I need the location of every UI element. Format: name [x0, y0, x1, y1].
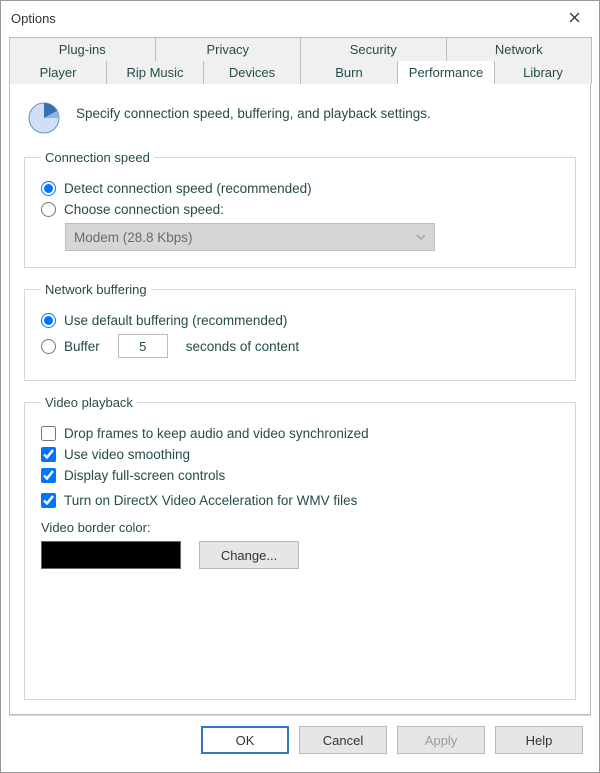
tab-burn[interactable]: Burn — [300, 61, 398, 84]
video-border-color-swatch — [41, 541, 181, 569]
tab-devices[interactable]: Devices — [203, 61, 301, 84]
chevron-down-icon — [416, 230, 426, 245]
checkbox-fullscreen-label: Display full-screen controls — [64, 468, 225, 483]
connection-speed-select: Modem (28.8 Kbps) — [65, 223, 435, 251]
tab-strip: Plug-ins Privacy Security Network Player… — [9, 37, 591, 84]
close-button[interactable] — [559, 4, 589, 32]
group-connection-speed: Connection speed Detect connection speed… — [24, 150, 576, 268]
titlebar: Options — [1, 1, 599, 35]
checkbox-dropframes[interactable] — [41, 426, 56, 441]
dialog-body: Plug-ins Privacy Security Network Player… — [1, 35, 599, 772]
change-color-button[interactable]: Change... — [199, 541, 299, 569]
tab-performance[interactable]: Performance — [397, 61, 495, 84]
legend-network-buffering: Network buffering — [41, 282, 151, 297]
legend-video-playback: Video playback — [41, 395, 137, 410]
apply-button[interactable]: Apply — [397, 726, 485, 754]
checkbox-dropframes-label: Drop frames to keep audio and video sync… — [64, 426, 369, 441]
check-row-directx[interactable]: Turn on DirectX Video Acceleration for W… — [41, 493, 559, 508]
check-row-dropframes[interactable]: Drop frames to keep audio and video sync… — [41, 426, 559, 441]
tab-plugins[interactable]: Plug-ins — [9, 37, 156, 61]
radio-row-choose[interactable]: Choose connection speed: — [41, 202, 559, 217]
connection-speed-value: Modem (28.8 Kbps) — [74, 230, 193, 245]
tab-library[interactable]: Library — [494, 61, 592, 84]
radio-default-buffering[interactable] — [41, 313, 56, 328]
tab-player[interactable]: Player — [9, 61, 107, 84]
tab-privacy[interactable]: Privacy — [155, 37, 302, 61]
close-icon — [569, 10, 580, 27]
checkbox-directx-label: Turn on DirectX Video Acceleration for W… — [64, 493, 357, 508]
radio-detect-label: Detect connection speed (recommended) — [64, 181, 312, 196]
checkbox-directx[interactable] — [41, 493, 56, 508]
cancel-button[interactable]: Cancel — [299, 726, 387, 754]
check-row-smoothing[interactable]: Use video smoothing — [41, 447, 559, 462]
video-border-color-label: Video border color: — [41, 520, 559, 535]
radio-row-detect[interactable]: Detect connection speed (recommended) — [41, 181, 559, 196]
radio-default-buffering-label: Use default buffering (recommended) — [64, 313, 287, 328]
intro-row: Specify connection speed, buffering, and… — [24, 96, 576, 136]
window-title: Options — [11, 11, 56, 26]
buffer-prefix-label: Buffer — [64, 339, 100, 354]
tab-rip-music[interactable]: Rip Music — [106, 61, 204, 84]
radio-buffer-amount[interactable] — [41, 339, 56, 354]
check-row-fullscreen[interactable]: Display full-screen controls — [41, 468, 559, 483]
checkbox-smoothing[interactable] — [41, 447, 56, 462]
radio-choose-label: Choose connection speed: — [64, 202, 224, 217]
help-button[interactable]: Help — [495, 726, 583, 754]
radio-row-default-buffering[interactable]: Use default buffering (recommended) — [41, 313, 559, 328]
tab-security[interactable]: Security — [300, 37, 447, 61]
tab-panel-performance: Specify connection speed, buffering, and… — [9, 83, 591, 715]
radio-detect-speed[interactable] — [41, 181, 56, 196]
checkbox-smoothing-label: Use video smoothing — [64, 447, 190, 462]
checkbox-fullscreen[interactable] — [41, 468, 56, 483]
dialog-button-bar: OK Cancel Apply Help — [9, 715, 591, 764]
options-dialog: Options Plug-ins Privacy Security Networ… — [0, 0, 600, 773]
legend-connection-speed: Connection speed — [41, 150, 154, 165]
group-video-playback: Video playback Drop frames to keep audio… — [24, 395, 576, 700]
buffer-seconds-input[interactable] — [118, 334, 168, 358]
ok-button[interactable]: OK — [201, 726, 289, 754]
radio-choose-speed[interactable] — [41, 202, 56, 217]
intro-text: Specify connection speed, buffering, and… — [76, 100, 431, 121]
group-network-buffering: Network buffering Use default buffering … — [24, 282, 576, 381]
pie-chart-icon — [26, 100, 62, 136]
radio-row-buffer-amount[interactable]: Buffer seconds of content — [41, 334, 559, 358]
tab-network[interactable]: Network — [446, 37, 593, 61]
buffer-suffix-label: seconds of content — [186, 339, 299, 354]
